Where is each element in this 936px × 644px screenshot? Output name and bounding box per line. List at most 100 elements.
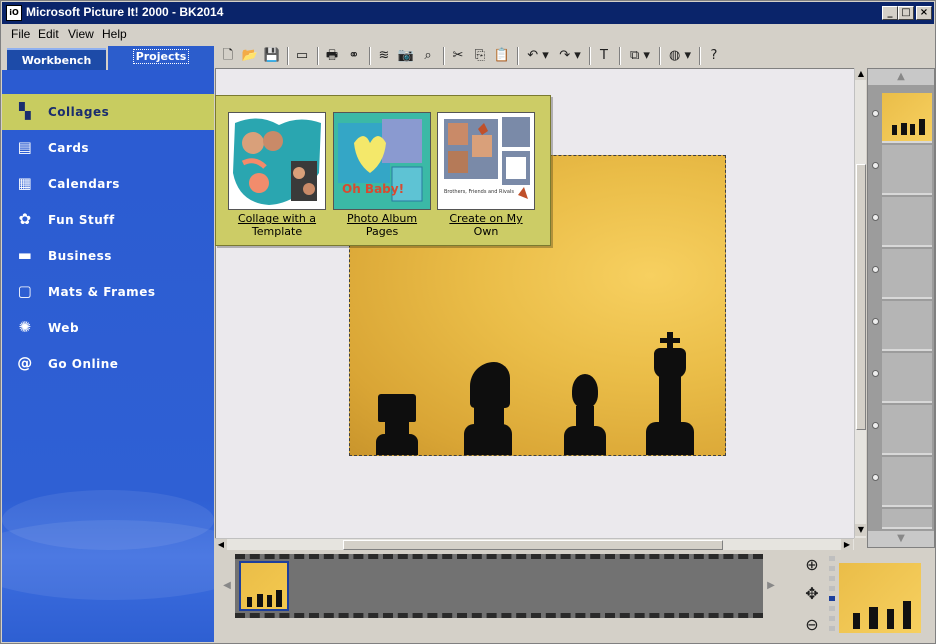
collage-template-thumbnail[interactable] — [228, 112, 326, 210]
open-folder-icon[interactable]: 📂 — [241, 47, 259, 65]
menu-bar: File Edit View Help — [2, 24, 934, 44]
filmstrip-hole — [872, 214, 879, 221]
page-slot[interactable] — [882, 405, 932, 455]
option-label: Template — [251, 225, 303, 238]
new-icon[interactable]: 🗋 — [219, 47, 237, 65]
text-icon[interactable]: T — [595, 47, 613, 65]
nav-item-collages[interactable]: ▚ Collages — [2, 94, 214, 130]
nav-item-label: Mats & Frames — [48, 285, 156, 299]
nav-item-go-online[interactable]: @ Go Online — [2, 346, 214, 382]
zoom-slider[interactable] — [829, 556, 835, 631]
toolbar-separator — [369, 47, 371, 65]
minimize-button[interactable]: _ — [882, 6, 898, 20]
filmstrip-down-arrow-icon[interactable]: ▼ — [868, 531, 934, 547]
web-globe-icon[interactable]: ◍ ▾ — [665, 47, 695, 65]
option-label: Pages — [365, 225, 399, 238]
zoom-select-icon[interactable]: ⌕ — [419, 47, 437, 65]
king-piece-cross-bar — [660, 338, 680, 343]
nav-item-fun-stuff[interactable]: ✿ Fun Stuff — [2, 202, 214, 238]
page-slot[interactable] — [882, 509, 932, 529]
paste-icon[interactable]: 📋 — [493, 47, 511, 65]
panel-swoosh-decoration — [2, 520, 214, 600]
page-slot[interactable] — [882, 145, 932, 195]
copy-icon[interactable]: ⎘ — [471, 47, 489, 65]
calendar-icon: ▦ — [17, 174, 33, 192]
nav-item-mats-frames[interactable]: ▢ Mats & Frames — [2, 274, 214, 310]
navigator-preview[interactable] — [839, 563, 921, 633]
nav-item-cards[interactable]: ▤ Cards — [2, 130, 214, 166]
spiderweb-icon: ✺ — [18, 318, 32, 336]
page-slot[interactable] — [882, 301, 932, 351]
stack-icon[interactable]: ≋ — [375, 47, 393, 65]
tab-workbench[interactable]: Workbench — [7, 48, 106, 70]
nav-item-web[interactable]: ✺ Web — [2, 310, 214, 346]
redo-icon[interactable]: ↷ ▾ — [555, 47, 585, 65]
page-slot[interactable] — [882, 353, 932, 403]
toolbar-separator — [619, 47, 621, 65]
zoom-in-icon[interactable]: ⊕ — [801, 554, 823, 576]
collage-template-option[interactable]: Collage with a Template — [222, 212, 332, 238]
scroll-down-arrow-icon[interactable]: ▼ — [855, 524, 867, 536]
horizontal-scroll-thumb[interactable] — [343, 540, 723, 550]
menu-view[interactable]: View — [68, 27, 94, 41]
scroll-right-arrow-icon[interactable]: ▶ — [841, 539, 853, 551]
toolbar-separator — [287, 47, 289, 65]
cut-icon[interactable]: ✂ — [449, 47, 467, 65]
zoom-out-icon[interactable]: ⊖ — [801, 614, 823, 636]
zoom-step — [829, 576, 835, 581]
fit-to-window-icon[interactable]: ✥ — [801, 583, 823, 605]
filmstrip-hole — [872, 266, 879, 273]
page-slot[interactable] — [882, 457, 932, 507]
photo-album-thumbnail[interactable]: Oh Baby! — [333, 112, 431, 210]
scroll-up-arrow-icon[interactable]: ▲ — [855, 68, 867, 80]
arrange-icon[interactable]: ⧉ ▾ — [625, 47, 655, 65]
page-slot[interactable] — [882, 197, 932, 247]
zoom-step-current — [829, 596, 835, 601]
nav-item-label: Cards — [48, 141, 90, 155]
undo-icon[interactable]: ↶ ▾ — [523, 47, 553, 65]
tab-projects-label: Projects — [132, 49, 190, 64]
picture-tray-thumbnail[interactable] — [239, 561, 289, 611]
find-binoculars-icon[interactable]: ⚭ — [345, 47, 363, 65]
save-icon[interactable]: 💾 — [263, 47, 281, 65]
maximize-button[interactable]: □ — [898, 6, 914, 20]
bishop-piece-base — [564, 426, 606, 455]
collage-icon: ▚ — [18, 102, 32, 120]
bishop-piece-head — [572, 374, 598, 408]
tray-left-arrow-icon[interactable]: ◀ — [219, 554, 235, 618]
menu-edit[interactable]: Edit — [38, 27, 59, 41]
page-thumbnail[interactable] — [882, 93, 932, 143]
camera-icon[interactable]: 📷 — [397, 47, 415, 65]
create-own-option[interactable]: Create on My Own — [431, 212, 541, 238]
tab-projects[interactable]: Projects — [108, 46, 214, 70]
rook-piece-base — [376, 434, 418, 455]
vertical-scrollbar[interactable]: ▲ ▼ — [854, 68, 867, 538]
photo-album-option[interactable]: Photo Album Pages — [327, 212, 437, 238]
page-slot[interactable] — [882, 249, 932, 299]
close-button[interactable]: × — [916, 6, 932, 20]
nav-item-label: Calendars — [48, 177, 120, 191]
zoom-step — [829, 556, 835, 561]
king-piece-base — [646, 422, 694, 455]
vertical-scroll-thumb[interactable] — [856, 164, 866, 430]
filmstrip-up-arrow-icon[interactable]: ▲ — [868, 69, 934, 85]
scan-icon[interactable]: ▭ — [293, 47, 311, 65]
app-icon[interactable]: iO — [6, 5, 22, 21]
horizontal-scrollbar[interactable]: ◀ ▶ — [215, 538, 854, 551]
menu-help[interactable]: Help — [102, 27, 127, 41]
help-icon[interactable]: ? — [705, 47, 723, 65]
king-piece-head — [654, 348, 686, 378]
collage-options-popup: Oh Baby! Brothers, Friends and Rivals Co… — [215, 95, 551, 246]
title-bar[interactable]: iO Microsoft Picture It! 2000 - BK2014 _… — [2, 2, 934, 24]
tray-right-arrow-icon[interactable]: ▶ — [763, 554, 779, 618]
print-icon[interactable]: 🖶 — [323, 47, 341, 65]
zoom-step — [829, 566, 835, 571]
filmstrip-hole — [872, 370, 879, 377]
create-own-thumbnail[interactable]: Brothers, Friends and Rivals — [437, 112, 535, 210]
nav-item-calendars[interactable]: ▦ Calendars — [2, 166, 214, 202]
filmstrip-hole — [872, 162, 879, 169]
knight-piece-base — [464, 424, 512, 455]
option-label: Collage with a — [237, 212, 317, 225]
menu-file[interactable]: File — [11, 27, 30, 41]
nav-item-business[interactable]: ▬ Business — [2, 238, 214, 274]
